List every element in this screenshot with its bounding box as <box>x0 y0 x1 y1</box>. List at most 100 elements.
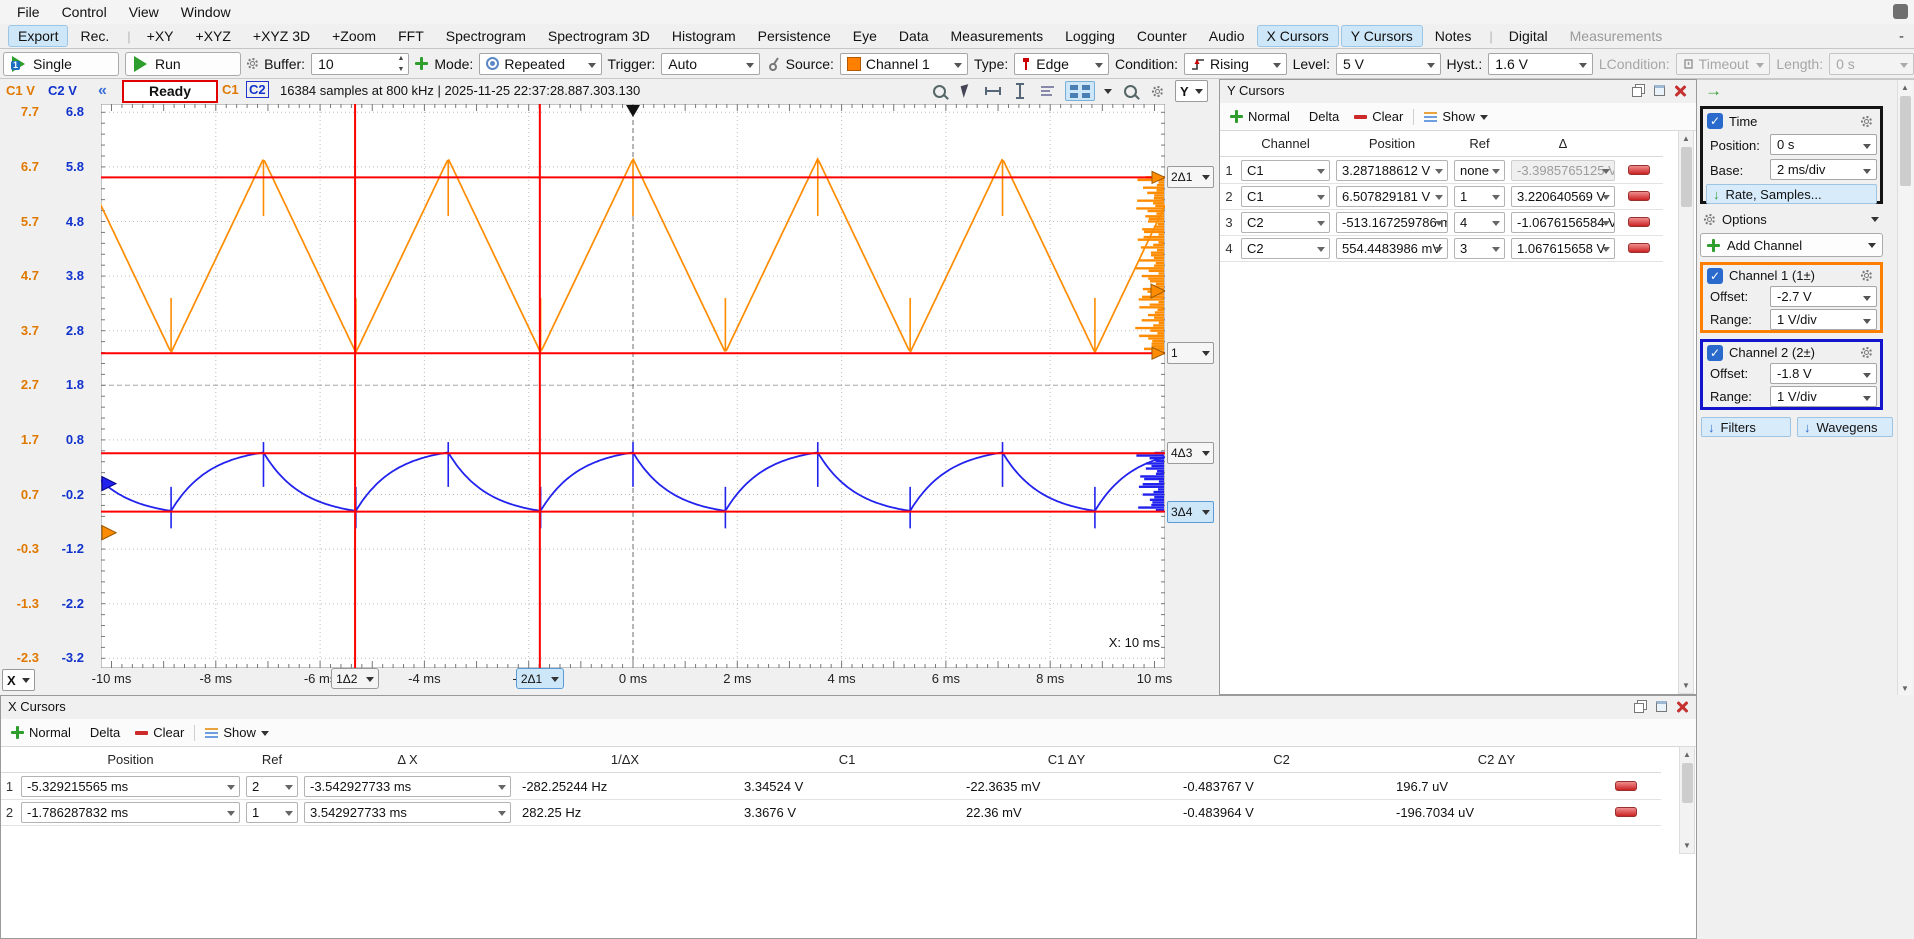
lcondition-select[interactable]: Timeout <box>1676 53 1771 75</box>
level-select[interactable]: 5 V <box>1336 53 1441 75</box>
x-cursor-tag-1Δ2[interactable]: 1Δ2 <box>331 668 379 689</box>
add-delta-cursor-button[interactable]: Delta <box>1309 109 1339 124</box>
delta-select[interactable]: 3.220640569 V <box>1511 186 1615 207</box>
x-cursors-scrollbar[interactable]: ▲▼ <box>1679 746 1695 854</box>
tab-spectrogram[interactable]: Spectrogram <box>436 25 536 47</box>
channel2-checkbox[interactable] <box>1707 345 1723 361</box>
tab-histogram[interactable]: Histogram <box>662 25 746 47</box>
y-cursor-tag-2Δ1[interactable]: 2Δ1 <box>1167 166 1214 188</box>
tab-measurements[interactable]: Measurements <box>1560 25 1673 47</box>
c1-badge[interactable]: C1 <box>222 82 239 97</box>
options-row[interactable]: Options <box>1700 208 1883 230</box>
fit-horizontal-icon[interactable] <box>984 82 1002 100</box>
remove-cursor-button[interactable] <box>1615 781 1637 791</box>
c2-badge[interactable]: C2 <box>246 81 269 98</box>
restore-icon[interactable] <box>1634 700 1647 713</box>
waveform-plot[interactable] <box>101 104 1165 668</box>
channel2-gear-icon[interactable] <box>1856 345 1876 361</box>
tab-audio[interactable]: Audio <box>1199 25 1255 47</box>
channel1-gear-icon[interactable] <box>1856 268 1876 284</box>
pointer-icon[interactable] <box>957 82 975 100</box>
condition-select[interactable]: Rising <box>1184 53 1287 75</box>
time-gear-icon[interactable] <box>1856 113 1876 129</box>
menu-window[interactable]: Window <box>170 2 242 22</box>
hysteresis-select[interactable]: 1.6 V <box>1488 53 1593 75</box>
buffer-stepper[interactable]: 10 <box>311 53 409 75</box>
type-select[interactable]: Edge <box>1014 53 1109 75</box>
show-menu-button[interactable]: Show <box>205 725 269 740</box>
delta-select[interactable]: 1.067615658 V <box>1511 238 1615 259</box>
time-checkbox[interactable] <box>1707 113 1723 129</box>
x-cursor-tag-2Δ1[interactable]: 2Δ1 <box>516 668 564 689</box>
y-cursors-scrollbar[interactable]: ▲▼ <box>1678 130 1694 694</box>
length-select[interactable]: 0 s <box>1829 53 1914 75</box>
tab--xyz[interactable]: +XYZ <box>186 25 241 47</box>
levels-icon[interactable] <box>1038 82 1056 100</box>
maximize-icon[interactable] <box>1654 85 1665 96</box>
magnifier-icon[interactable] <box>1121 82 1139 100</box>
tab-spectrogram-3d[interactable]: Spectrogram 3D <box>538 25 660 47</box>
tab-fft[interactable]: FFT <box>388 25 434 47</box>
tab-persistence[interactable]: Persistence <box>748 25 841 47</box>
maximize-icon[interactable] <box>1656 701 1667 712</box>
remove-cursor-button[interactable] <box>1628 191 1650 201</box>
restore-icon[interactable] <box>1632 84 1645 97</box>
trigger-select[interactable]: Auto <box>661 53 760 75</box>
close-icon[interactable] <box>1676 700 1689 713</box>
menu-control[interactable]: Control <box>51 2 118 22</box>
tab-y-cursors[interactable]: Y Cursors <box>1341 25 1423 47</box>
plot-settings-gear-icon[interactable] <box>1148 82 1166 100</box>
close-icon[interactable] <box>1674 84 1687 97</box>
menu-view[interactable]: View <box>118 2 170 22</box>
rate-samples-button[interactable]: Rate, Samples... <box>1706 184 1877 204</box>
single-button[interactable]: 1 Single <box>3 52 119 76</box>
collapse-panel-icon[interactable]: « <box>98 82 107 100</box>
position-select[interactable]: 6.507829181 V <box>1336 186 1448 207</box>
add-icon[interactable] <box>415 57 428 70</box>
ref-select[interactable]: 4 <box>1454 212 1505 233</box>
position-select[interactable]: 3.287188612 V <box>1336 160 1448 181</box>
ref-select[interactable]: 1 <box>246 802 298 823</box>
filters-button[interactable]: Filters <box>1701 417 1791 437</box>
tab-logging[interactable]: Logging <box>1055 25 1125 47</box>
channel-select[interactable]: C1 <box>1241 186 1330 207</box>
delta-select[interactable]: -3.3985765125 V <box>1511 160 1615 181</box>
channel1-offset-select[interactable]: -2.7 V <box>1770 286 1877 307</box>
run-button[interactable]: Run <box>125 52 241 76</box>
show-menu-button[interactable]: Show <box>1424 109 1488 124</box>
tab-data[interactable]: Data <box>889 25 939 47</box>
tab-eye[interactable]: Eye <box>843 25 887 47</box>
ref-select[interactable]: 1 <box>1454 186 1505 207</box>
tab-export[interactable]: Export <box>8 25 68 47</box>
zoom-fit-icon[interactable] <box>930 82 948 100</box>
tab--xyz-3d[interactable]: +XYZ 3D <box>243 25 320 47</box>
fit-vertical-icon[interactable] <box>1011 82 1029 100</box>
tab--zoom[interactable]: +Zoom <box>322 25 386 47</box>
y-cursor-tag-1[interactable]: 1 <box>1167 342 1214 364</box>
y-cursor-tag-3Δ4[interactable]: 3Δ4 <box>1167 501 1214 523</box>
sidebar-scrollbar[interactable]: ▲▼ <box>1897 80 1913 696</box>
add-normal-cursor-button[interactable]: Normal <box>1230 109 1290 124</box>
mode-select[interactable]: Repeated <box>479 53 601 75</box>
clear-cursors-button[interactable]: Clear <box>1354 109 1403 124</box>
quadrant-caret-icon[interactable] <box>1104 89 1112 98</box>
quadrant-layout-button[interactable] <box>1065 81 1095 101</box>
position-select[interactable]: 554.4483986 mV <box>1336 238 1448 259</box>
tab--xy[interactable]: +XY <box>137 25 184 47</box>
position-select[interactable]: -5.329215565 ms <box>21 776 240 797</box>
channel1-checkbox[interactable] <box>1707 268 1723 284</box>
tab-rec-[interactable]: Rec. <box>70 25 119 47</box>
y-axis-selector[interactable]: Y <box>1175 80 1208 102</box>
tabs-collapse-button[interactable]: - <box>1899 28 1904 45</box>
delta-x-select[interactable]: 3.542927733 ms <box>304 802 511 823</box>
clear-cursors-button[interactable]: Clear <box>135 725 184 740</box>
position-select[interactable]: -513.167259786 mV <box>1336 212 1448 233</box>
tab-notes[interactable]: Notes <box>1425 25 1482 47</box>
channel-select[interactable]: C2 <box>1241 238 1330 259</box>
position-select[interactable]: -1.786287832 ms <box>21 802 240 823</box>
remove-cursor-button[interactable] <box>1615 807 1637 817</box>
tab-digital[interactable]: Digital <box>1499 25 1558 47</box>
delta-select[interactable]: -1.0676156584 V <box>1511 212 1615 233</box>
channel-select[interactable]: C2 <box>1241 212 1330 233</box>
tab-measurements[interactable]: Measurements <box>941 25 1054 47</box>
